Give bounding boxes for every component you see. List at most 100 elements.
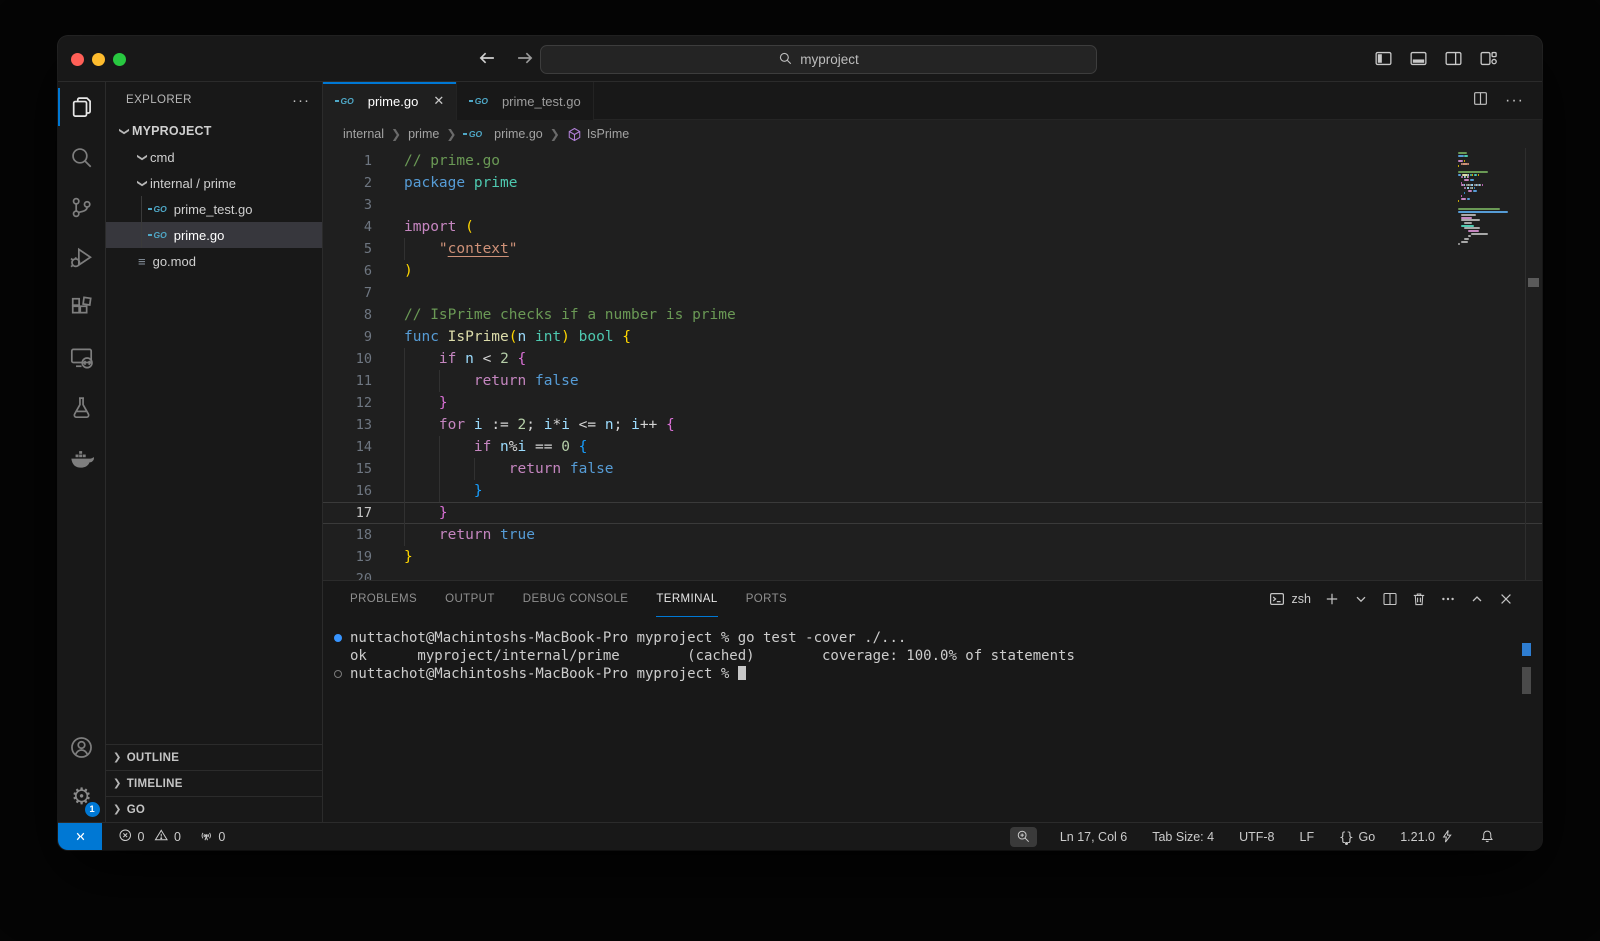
code-line-5: 5 "context" [323,238,1542,260]
breadcrumb-item-isprime[interactable]: IsPrime [567,127,629,142]
chevron-down-icon[interactable] [1353,591,1369,607]
status-indentation[interactable]: Tab Size: 4 [1150,823,1216,850]
errors-count: 0 [138,830,145,844]
plus-icon[interactable] [1324,591,1340,607]
code-line-13: 13 for i := 2; i*i <= n; i++ { [323,414,1542,436]
code-editor[interactable]: 1// prime.go2package prime34import (5 "c… [323,148,1542,580]
tree-item-go.mod[interactable]: ≡go.mod [106,248,322,274]
close-icon[interactable] [1498,591,1514,607]
sidebar-section-timeline[interactable]: ❯TIMELINE [106,770,322,796]
line-content: import ( [404,216,474,238]
editor-overview-ruler[interactable] [1525,148,1542,580]
editor-tab-prime.go[interactable]: GOprime.go✕ [323,82,457,120]
toggle-secondary-sidebar-icon[interactable] [1443,48,1463,68]
toggle-sidebar-icon[interactable] [1373,48,1393,68]
ellipsis-icon[interactable] [1440,591,1456,607]
status-eol[interactable]: LF [1298,823,1317,850]
file-tree: ❯MYPROJECT❯cmd❯internal / primeGOprime_t… [106,118,322,274]
status-cursor-position[interactable]: Ln 17, Col 6 [1058,823,1129,850]
terminal-command-decoration[interactable] [334,634,342,642]
close-window-button[interactable] [71,53,84,66]
zoom-window-button[interactable] [113,53,126,66]
go-forward-icon[interactable] [514,47,536,74]
line-number: 2 [323,172,372,194]
status-notifications[interactable] [1478,823,1497,850]
command-center-search[interactable]: myproject [540,45,1097,74]
tree-item-label: MYPROJECT [132,124,212,138]
panel-tab-debug-console[interactable]: DEBUG CONSOLE [523,581,629,617]
minimize-window-button[interactable] [92,53,105,66]
activity-item-search[interactable] [58,132,106,182]
sidebar-section-outline[interactable]: ❯OUTLINE [106,744,322,770]
code-line-16: 16 } [323,480,1542,502]
explorer-more-actions-icon[interactable]: ··· [292,92,310,109]
status-language-mode[interactable]: {}Go [1337,823,1377,850]
panel-tab-problems[interactable]: PROBLEMS [350,581,417,617]
activity-item-remote-explorer[interactable] [58,332,106,382]
ports-indicator[interactable]: 0 [197,823,227,850]
activity-item-docker[interactable] [58,432,106,482]
tree-item-prime-test.go[interactable]: GOprime_test.go [106,196,322,222]
breadcrumb-item-prime[interactable]: prime [408,127,439,141]
go-file-icon: GO [335,96,354,106]
status-encoding[interactable]: UTF-8 [1237,823,1276,850]
line-content: ) [404,260,413,282]
line-content: return false [404,458,614,480]
activity-item-settings[interactable]: ⚙1 [58,772,106,822]
line-content: // IsPrime checks if a number is prime [404,304,736,326]
code-line-7: 7 [323,282,1542,304]
tree-item-internal-prime[interactable]: ❯internal / prime [106,170,322,196]
remote-indicator[interactable] [58,823,102,850]
split-icon[interactable] [1382,591,1398,607]
line-content: for i := 2; i*i <= n; i++ { [404,414,675,436]
code-line-14: 14 if n%i == 0 { [323,436,1542,458]
activity-item-explorer[interactable] [58,82,106,132]
trash-icon[interactable] [1411,591,1427,607]
line-number: 10 [323,348,372,370]
terminal-command-decoration[interactable] [334,670,342,678]
chevron-up-icon[interactable] [1469,591,1485,607]
activity-item-extensions[interactable] [58,282,106,332]
line-number: 12 [323,392,372,414]
workbench: ⚙1 EXPLORER ··· ❯MYPROJECT❯cmd❯internal … [58,82,1542,822]
toggle-panel-icon[interactable] [1408,48,1428,68]
chevron-down-icon: ❯ [119,123,130,139]
split-editor-icon[interactable] [1472,90,1489,112]
tree-item-prime.go[interactable]: GOprime.go [106,222,322,248]
line-number: 15 [323,458,372,480]
tree-item-cmd[interactable]: ❯cmd [106,144,322,170]
tree-item-myproject[interactable]: ❯MYPROJECT [106,118,322,144]
editor-more-actions-icon[interactable]: ··· [1505,92,1524,110]
panel-tab-terminal[interactable]: TERMINAL [656,581,717,617]
minimap[interactable] [1458,152,1520,246]
go-file-icon: GO [463,129,482,139]
bolt-icon [1440,829,1455,844]
braces-icon: {} [1339,830,1353,844]
editor-tab-prime_test.go[interactable]: GOprime_test.go [457,82,594,120]
panel-tab-ports[interactable]: PORTS [746,581,787,617]
customize-layout-icon[interactable] [1478,48,1498,68]
activity-item-run-and-debug[interactable] [58,232,106,282]
line-content: } [404,502,448,524]
problems-indicator[interactable]: 0 0 [116,823,183,850]
bell-icon [1480,829,1495,844]
line-number: 17 [323,502,372,524]
activity-item-accounts[interactable] [58,722,106,772]
close-tab-icon[interactable]: ✕ [433,93,444,109]
activity-item-source-control[interactable] [58,182,106,232]
line-number: 8 [323,304,372,326]
code-line-17: 17 } [323,502,1542,524]
sidebar-section-go[interactable]: ❯GO [106,796,322,822]
activity-item-testing[interactable] [58,382,106,432]
terminal-text: nuttachot@Machintoshs-MacBook-Pro myproj… [350,666,738,682]
status-zoom-indicator[interactable] [1010,827,1037,847]
terminal-scrollbar-thumb[interactable] [1522,667,1531,694]
terminal[interactable]: nuttachot@Machintoshs-MacBook-Pro myproj… [323,617,1542,822]
status-go-version[interactable]: 1.21.0 [1398,823,1456,850]
go-back-icon[interactable] [476,47,498,74]
warnings-count: 0 [174,830,181,844]
panel-tab-output[interactable]: OUTPUT [445,581,495,617]
breadcrumb-item-prime.go[interactable]: GOprime.go [463,127,542,141]
breadcrumb-item-internal[interactable]: internal [343,127,384,141]
terminal-shell-icon[interactable] [1269,591,1285,607]
